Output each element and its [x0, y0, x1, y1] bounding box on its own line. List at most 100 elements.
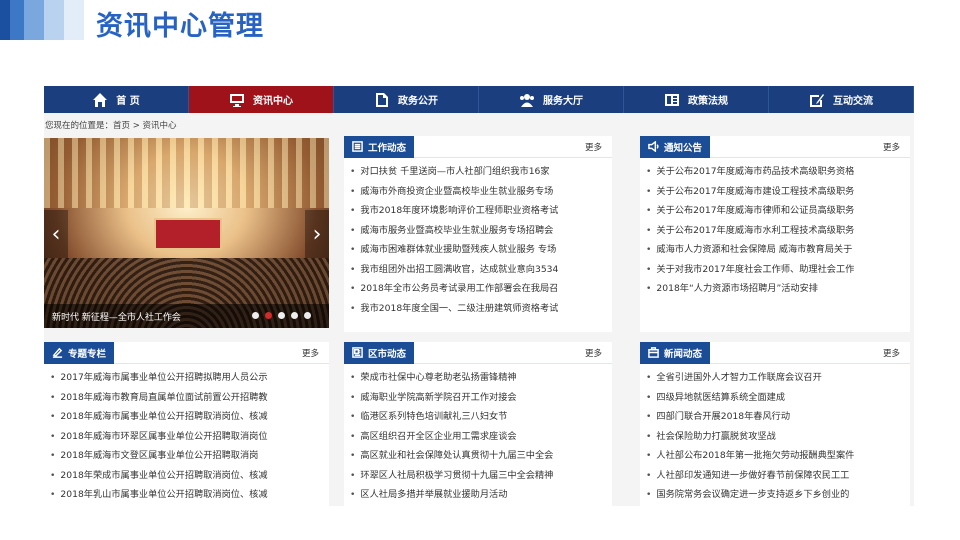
list-item[interactable]: 2018年“人力资源市场招聘月”活动安排	[646, 279, 910, 299]
document-icon	[376, 92, 388, 107]
panel-header: 区市动态 更多	[344, 341, 612, 364]
slide-dot-active[interactable]	[265, 312, 272, 319]
list-item[interactable]: 人社部公布2018年第一批拖欠劳动报酬典型案件	[646, 446, 910, 466]
panel-header: 通知公告 更多	[640, 135, 910, 158]
news-panel: 新闻动态 更多 全省引进国外人才智力工作联席会议召开 四级异地就医结算系统全面建…	[640, 341, 910, 506]
pencil-icon	[52, 347, 63, 358]
prev-arrow-icon[interactable]: ‹	[44, 210, 68, 258]
nav-label: 政务公开	[398, 96, 438, 107]
slide-title: 资讯中心管理	[96, 11, 264, 42]
panel-title: 通知公告	[664, 142, 703, 154]
list-item[interactable]: 2018年威海市教育局直属单位面试前置公开招聘教	[50, 388, 329, 408]
more-link[interactable]: 更多	[883, 141, 900, 153]
tab-special-topics[interactable]: 专题专栏	[44, 341, 115, 364]
edit-icon	[810, 93, 824, 107]
list-item[interactable]: 高区就业和社会保障处认真贯彻十九届三中全会	[350, 446, 612, 466]
more-link[interactable]: 更多	[585, 141, 602, 153]
list-item[interactable]: 高区组织召开全区企业用工需求座谈会	[350, 427, 612, 447]
list-item[interactable]: 威海市外商投资企业暨高校毕业生就业服务专场	[350, 182, 612, 202]
list-item[interactable]: 威海市困难群体就业援助暨残疾人就业服务 专场	[350, 240, 612, 260]
list-item[interactable]: 荣成市社保中心尊老助老弘扬雷锋精神	[350, 368, 612, 388]
tab-district-news[interactable]: 区市动态	[344, 341, 415, 364]
list-icon	[352, 141, 363, 152]
photo-slideshow[interactable]: ‹ › 新时代 新征程—全市人社工作会	[44, 138, 329, 328]
slide-caption: 新时代 新征程—全市人社工作会	[52, 312, 181, 323]
list-item[interactable]: 我市2018年度环境影响评价工程师职业资格考试	[350, 201, 612, 221]
title-decoration	[64, 0, 84, 40]
nav-item-gov-affairs[interactable]: 政务公开	[334, 86, 479, 113]
list-item[interactable]: 关于公布2017年度威海市建设工程技术高级职务	[646, 182, 910, 202]
tab-notice[interactable]: 通知公告	[640, 135, 711, 158]
more-link[interactable]: 更多	[302, 347, 319, 359]
page-icon	[352, 347, 363, 358]
notice-panel: 通知公告 更多 关于公布2017年度威海市药品技术高级职务资格 关于公布2017…	[640, 135, 910, 332]
slide-dots	[252, 312, 311, 319]
monitor-icon	[230, 93, 244, 107]
slide-dot[interactable]	[278, 312, 285, 319]
tab-news[interactable]: 新闻动态	[640, 341, 711, 364]
next-arrow-icon[interactable]: ›	[305, 210, 329, 258]
nav-label: 政策法规	[688, 96, 728, 107]
news-list: 全省引进国外人才智力工作联席会议召开 四级异地就医结算系统全面建成 四部门联合开…	[640, 364, 910, 505]
list-item[interactable]: 2018年威海市属事业单位公开招聘取消岗位、核减	[50, 407, 329, 427]
title-decoration	[0, 0, 10, 40]
inbox-icon	[648, 347, 659, 358]
work-news-panel: 工作动态 更多 对口扶贫 千里送岗—市人社部门组织我市16家 威海市外商投资企业…	[344, 135, 612, 332]
list-item[interactable]: 人社部印发通知进一步做好春节前保障农民工工	[646, 466, 910, 486]
list-item[interactable]: 临港区系列特色培训献礼三八妇女节	[350, 407, 612, 427]
panel-header: 工作动态 更多	[344, 135, 612, 158]
breadcrumb: 您现在的位置是：首页 > 资讯中心	[45, 121, 177, 131]
tab-work-news[interactable]: 工作动态	[344, 135, 415, 158]
list-item[interactable]: 2018年全市公务员考试录用工作部署会在我局召	[350, 279, 612, 299]
list-item[interactable]: 2018年威海市环翠区属事业单位公开招聘取消岗位	[50, 427, 329, 447]
list-item[interactable]: 关于公布2017年度威海市水利工程技术高级职务	[646, 221, 910, 241]
stage-backdrop	[154, 218, 222, 250]
ceiling-lights	[44, 138, 329, 208]
nav-label: 互动交流	[833, 96, 873, 107]
list-item[interactable]: 2018年乳山市属事业单位公开招聘取消岗位、核减	[50, 485, 329, 505]
list-item[interactable]: 对口扶贫 千里送岗—市人社部门组织我市16家	[350, 162, 612, 182]
more-link[interactable]: 更多	[883, 347, 900, 359]
list-item[interactable]: 2018年荣成市属事业单位公开招聘取消岗位、核减	[50, 466, 329, 486]
main-nav: 首 页 资讯中心 政务公开 服务大厅 政策法规 互动交流	[44, 86, 914, 113]
list-item[interactable]: 关于公布2017年度威海市药品技术高级职务资格	[646, 162, 910, 182]
list-item[interactable]: 关于公布2017年度威海市律师和公证员高级职务	[646, 201, 910, 221]
conference-photo	[44, 138, 329, 328]
panel-title: 新闻动态	[664, 348, 703, 360]
list-item[interactable]: 我市组团外出招工圆满收官，达成就业意向3534	[350, 260, 612, 280]
speaker-icon	[648, 141, 659, 152]
list-item[interactable]: 2018年威海市文登区属事业单位公开招聘取消岗	[50, 446, 329, 466]
list-item[interactable]: 国务院常务会议确定进一步支持返乡下乡创业的	[646, 485, 910, 505]
nav-item-interaction[interactable]: 互动交流	[769, 86, 914, 113]
title-decoration	[10, 0, 24, 40]
list-item[interactable]: 威海市人力资源和社会保障局 威海市教育局关于	[646, 240, 910, 260]
users-icon	[520, 93, 534, 107]
nav-item-policy[interactable]: 政策法规	[624, 86, 769, 113]
slide-dot[interactable]	[304, 312, 311, 319]
slide-dot[interactable]	[291, 312, 298, 319]
nav-item-home[interactable]: 首 页	[44, 86, 189, 113]
special-topics-panel: 专题专栏 更多 2017年威海市属事业单位公开招聘拟聘用人员公示 2018年威海…	[44, 341, 329, 506]
list-item[interactable]: 区人社局多措并举展就业援助月活动	[350, 485, 612, 505]
title-decoration	[24, 0, 44, 40]
nav-label: 服务大厅	[543, 96, 583, 107]
list-item[interactable]: 全省引进国外人才智力工作联席会议召开	[646, 368, 910, 388]
nav-item-news-center[interactable]: 资讯中心	[189, 86, 334, 113]
district-list: 荣成市社保中心尊老助老弘扬雷锋精神 威海职业学院高新学院召开工作对接会 临港区系…	[344, 364, 612, 505]
nav-item-service-hall[interactable]: 服务大厅	[479, 86, 624, 113]
list-item[interactable]: 威海职业学院高新学院召开工作对接会	[350, 388, 612, 408]
list-item[interactable]: 四级异地就医结算系统全面建成	[646, 388, 910, 408]
list-item[interactable]: 环翠区人社局积极学习贯彻十九届三中全会精神	[350, 466, 612, 486]
list-item[interactable]: 四部门联合开展2018年春风行动	[646, 407, 910, 427]
website-screenshot: 首 页 资讯中心 政务公开 服务大厅 政策法规 互动交流 您现在的位置是：首页 …	[44, 86, 914, 506]
notice-list: 关于公布2017年度威海市药品技术高级职务资格 关于公布2017年度威海市建设工…	[640, 158, 910, 299]
more-link[interactable]: 更多	[585, 347, 602, 359]
nav-label: 资讯中心	[253, 96, 293, 107]
slide-dot[interactable]	[252, 312, 259, 319]
list-item[interactable]: 我市2018年度全国一、二级注册建筑师资格考试	[350, 299, 612, 319]
list-item[interactable]: 关于对我市2017年度社会工作师、助理社会工作	[646, 260, 910, 280]
list-item[interactable]: 社会保险助力打赢脱贫攻坚战	[646, 427, 910, 447]
list-item[interactable]: 2017年威海市属事业单位公开招聘拟聘用人员公示	[50, 368, 329, 388]
panel-header: 专题专栏 更多	[44, 341, 329, 364]
list-item[interactable]: 威海市服务业暨高校毕业生就业服务专场招聘会	[350, 221, 612, 241]
